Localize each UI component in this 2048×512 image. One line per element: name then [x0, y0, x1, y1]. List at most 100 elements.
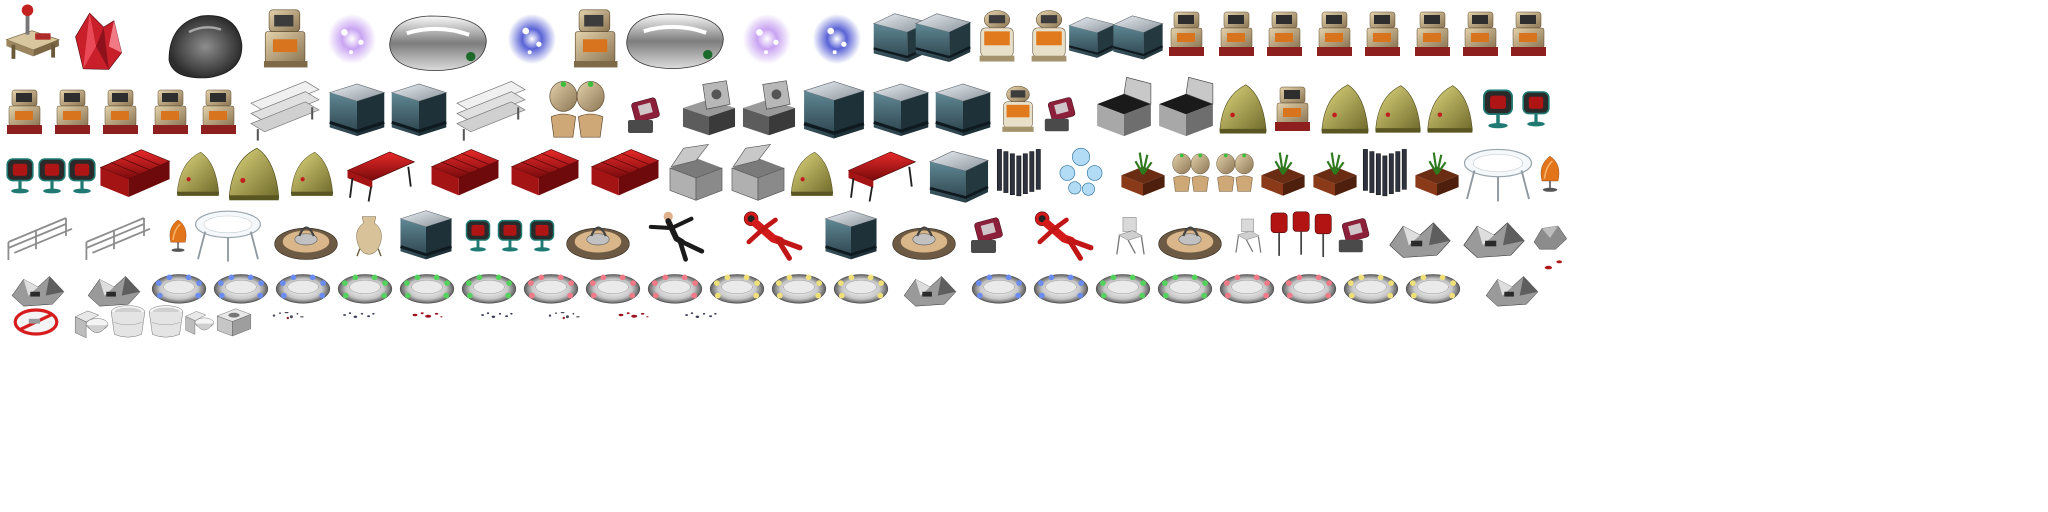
purple-sparkle-sprite: [742, 13, 792, 65]
robot-cabinet-sprite: [263, 9, 308, 68]
office-chairs-sprite: [1270, 210, 1333, 258]
teleport-pad-sprite: [273, 226, 339, 261]
red-device-sprite: [627, 96, 661, 134]
open-safe-sprite: [742, 80, 796, 136]
dark-fence-sprite: [1362, 149, 1407, 197]
rail-fence-sprite: [85, 216, 152, 262]
blue-sparkle-sprite: [507, 13, 557, 65]
olive-pod-sprite: [790, 151, 834, 197]
teleport-pad-sprite: [891, 226, 957, 261]
glass-table-sprite: [194, 210, 262, 263]
arcade-robot-sprite: [1510, 11, 1547, 57]
tub-sprite: [110, 305, 146, 338]
red-device-sprite: [1338, 217, 1370, 253]
park-bench-sprite: [249, 80, 321, 142]
potted-plant-sprite: [1312, 151, 1358, 197]
pad-yellow-sprite: [833, 274, 889, 304]
arcade-robot-sprite: [1274, 86, 1311, 132]
arcade-robot-sprite: [1266, 11, 1303, 57]
pad-blue-sprite: [971, 274, 1027, 304]
pad-blue-sprite: [275, 274, 331, 304]
no-sign-sprite: [15, 310, 57, 334]
counter-corner-sprite: [928, 149, 990, 205]
purple-sparkle-sprite: [327, 13, 377, 65]
arcade-robot-sprite: [152, 89, 189, 135]
debris-pile-sprite: [11, 276, 65, 307]
debris-pile-sprite: [87, 276, 141, 307]
teleport-pad-sprite: [1157, 226, 1223, 261]
pad-red-sprite: [585, 274, 641, 304]
blood-splat-sprite: [412, 312, 443, 318]
sprite-sheet: [5, 4, 1568, 339]
teleport-pad-sprite: [565, 226, 631, 261]
pad-green-sprite: [337, 274, 393, 304]
counter-corner-sprite: [1111, 14, 1165, 61]
red-sofa-sprite: [511, 149, 579, 196]
open-box-sprite: [1158, 76, 1214, 137]
olive-pod-sprite: [290, 151, 334, 197]
park-bench-sprite: [455, 80, 527, 142]
debris-pile-sprite: [1463, 222, 1525, 258]
open-box-sprite: [1096, 76, 1152, 137]
pad-green-sprite: [1157, 274, 1213, 304]
olive-pod-sprite: [1219, 84, 1267, 134]
arcade-robot-sprite: [54, 89, 91, 135]
blue-sparkle-sprite: [812, 13, 862, 65]
robot-cabinet-sprite: [573, 9, 618, 68]
pad-blue-sprite: [151, 274, 207, 304]
pebbles-scatter-sprite: [685, 312, 717, 318]
red-device-sprite: [970, 216, 1004, 254]
gray-boulder-sprite: [167, 14, 244, 80]
orange-robot-sprite: [1002, 85, 1034, 133]
dark-fence-sprite: [996, 149, 1041, 197]
olive-pod-sprite: [1321, 84, 1369, 134]
bolts-scatter-sprite: [548, 312, 580, 320]
tv-monitor-sprite: [37, 157, 67, 195]
red-sofa-sprite: [431, 149, 499, 196]
folding-chair-sprite: [1235, 218, 1262, 254]
red-device-sprite: [1044, 96, 1076, 132]
toilet-pair-sprite: [1216, 153, 1254, 192]
pebbles-scatter-sprite: [343, 312, 375, 318]
tv-monitor-sprite: [529, 219, 555, 253]
toilet-sprite: [185, 311, 214, 335]
debris-pile-sprite: [1389, 222, 1451, 258]
arcade-robot-sprite: [1316, 11, 1353, 57]
tv-monitor-sprite: [67, 157, 97, 195]
pad-green-sprite: [399, 274, 455, 304]
sprite-row-3: [5, 144, 1561, 205]
pad-green-sprite: [461, 274, 517, 304]
debris-pile-sprite: [1485, 276, 1539, 307]
red-sofa-sprite: [100, 149, 170, 198]
orange-chair-sprite: [1539, 154, 1561, 194]
desk-lamp-sprite: [6, 4, 60, 60]
arcade-robot-sprite: [1462, 11, 1499, 57]
tub-sprite: [148, 305, 184, 338]
potted-plant-sprite: [1120, 151, 1166, 197]
clay-vase-sprite: [355, 215, 383, 258]
steel-counter-sprite: [802, 79, 866, 141]
toilet-pair-sprite: [1172, 153, 1210, 192]
counter-corner-sprite: [914, 12, 972, 64]
orange-robot-sprite: [1031, 10, 1067, 62]
sprite-row-1: [6, 4, 1547, 80]
tv-monitor-sprite: [497, 219, 523, 253]
blood-splat-sprite: [618, 312, 649, 318]
metal-crate-sprite: [731, 144, 785, 201]
arcade-robot-sprite: [200, 89, 237, 135]
rock-chunk-sprite: [1533, 225, 1568, 250]
chrome-pod-sprite: [387, 14, 489, 73]
olive-pod-sprite: [176, 151, 220, 197]
pad-blue-sprite: [1033, 274, 1089, 304]
pad-red-sprite: [1219, 274, 1275, 304]
toilet-sprite: [74, 310, 109, 339]
chrome-pod-sprite: [624, 12, 726, 71]
red-astronaut-sprite: [1035, 212, 1091, 258]
sprite-row-2: [6, 76, 1551, 142]
red-bench-sprite: [346, 150, 416, 203]
open-safe-sprite: [682, 80, 736, 136]
toilet-pair-sprite: [549, 80, 605, 138]
pad-red-sprite: [1281, 274, 1337, 304]
olive-pod-sprite: [228, 147, 280, 201]
red-crystal-sprite: [75, 12, 122, 70]
